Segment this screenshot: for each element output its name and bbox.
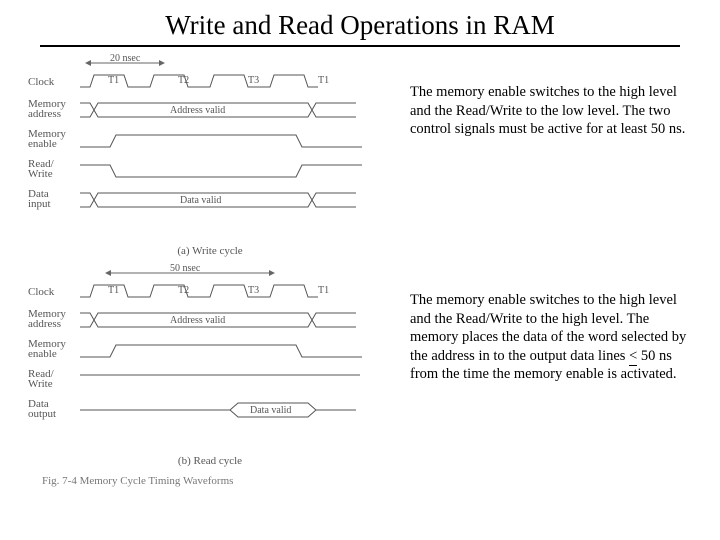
timing-marker-a: 20 nsec [110, 53, 141, 64]
caption-write: (a) Write cycle [20, 243, 400, 263]
label-data-b2: output [28, 408, 56, 420]
clk-t3: T3 [248, 75, 259, 86]
addr-valid-label: Address valid [170, 105, 225, 116]
title-underline [40, 45, 680, 47]
data-bus-wave-b [80, 403, 356, 417]
write-timing-svg: 20 nsec Clock T1 T2 T3 T1 Memory address [20, 53, 400, 243]
rw-wave [80, 165, 362, 177]
addr-valid-label-b: Address valid [170, 315, 225, 326]
write-diagram: 20 nsec Clock T1 T2 T3 T1 Memory address [20, 53, 400, 263]
label-memen-2: enable [28, 138, 57, 150]
clk-t2: T2 [178, 75, 189, 86]
content-area: 20 nsec Clock T1 T2 T3 T1 Memory address [0, 53, 720, 487]
clk-t1-b: T1 [108, 285, 119, 296]
caption-read: (b) Read cycle [20, 453, 400, 473]
clk-t1b-b: T1 [318, 285, 329, 296]
read-cycle-block: 50 nsec Clock T1 T2 T3 T1 Memory address [20, 263, 700, 473]
read-diagram: 50 nsec Clock T1 T2 T3 T1 Memory address [20, 263, 400, 473]
label-data-2: input [28, 198, 51, 210]
label-clock: Clock [28, 76, 55, 88]
label-rw-b2: Write [28, 378, 53, 390]
label-clock-b: Clock [28, 286, 55, 298]
clk-t3-b: T3 [248, 285, 259, 296]
clk-t1b: T1 [318, 75, 329, 86]
label-rw-2: Write [28, 168, 53, 180]
memen-wave-b [80, 345, 362, 357]
timing-marker-b: 50 nsec [170, 263, 201, 274]
write-description: The memory enable switches to the high l… [410, 53, 700, 139]
write-cycle-block: 20 nsec Clock T1 T2 T3 T1 Memory address [20, 53, 700, 263]
label-memaddr-b2: address [28, 318, 61, 330]
figure-caption: Fig. 7-4 Memory Cycle Timing Waveforms [20, 473, 700, 487]
memen-wave [80, 135, 362, 147]
clk-t1: T1 [108, 75, 119, 86]
label-memen-b2: enable [28, 348, 57, 360]
clk-t2-b: T2 [178, 285, 189, 296]
label-memaddr-2: address [28, 108, 61, 120]
data-valid-label-b: Data valid [250, 405, 291, 416]
data-valid-label-a: Data valid [180, 195, 221, 206]
less-equal-symbol: < [629, 347, 637, 366]
read-timing-svg: 50 nsec Clock T1 T2 T3 T1 Memory address [20, 263, 400, 453]
read-description: The memory enable switches to the high l… [410, 263, 700, 384]
page-title: Write and Read Operations in RAM [0, 0, 720, 45]
